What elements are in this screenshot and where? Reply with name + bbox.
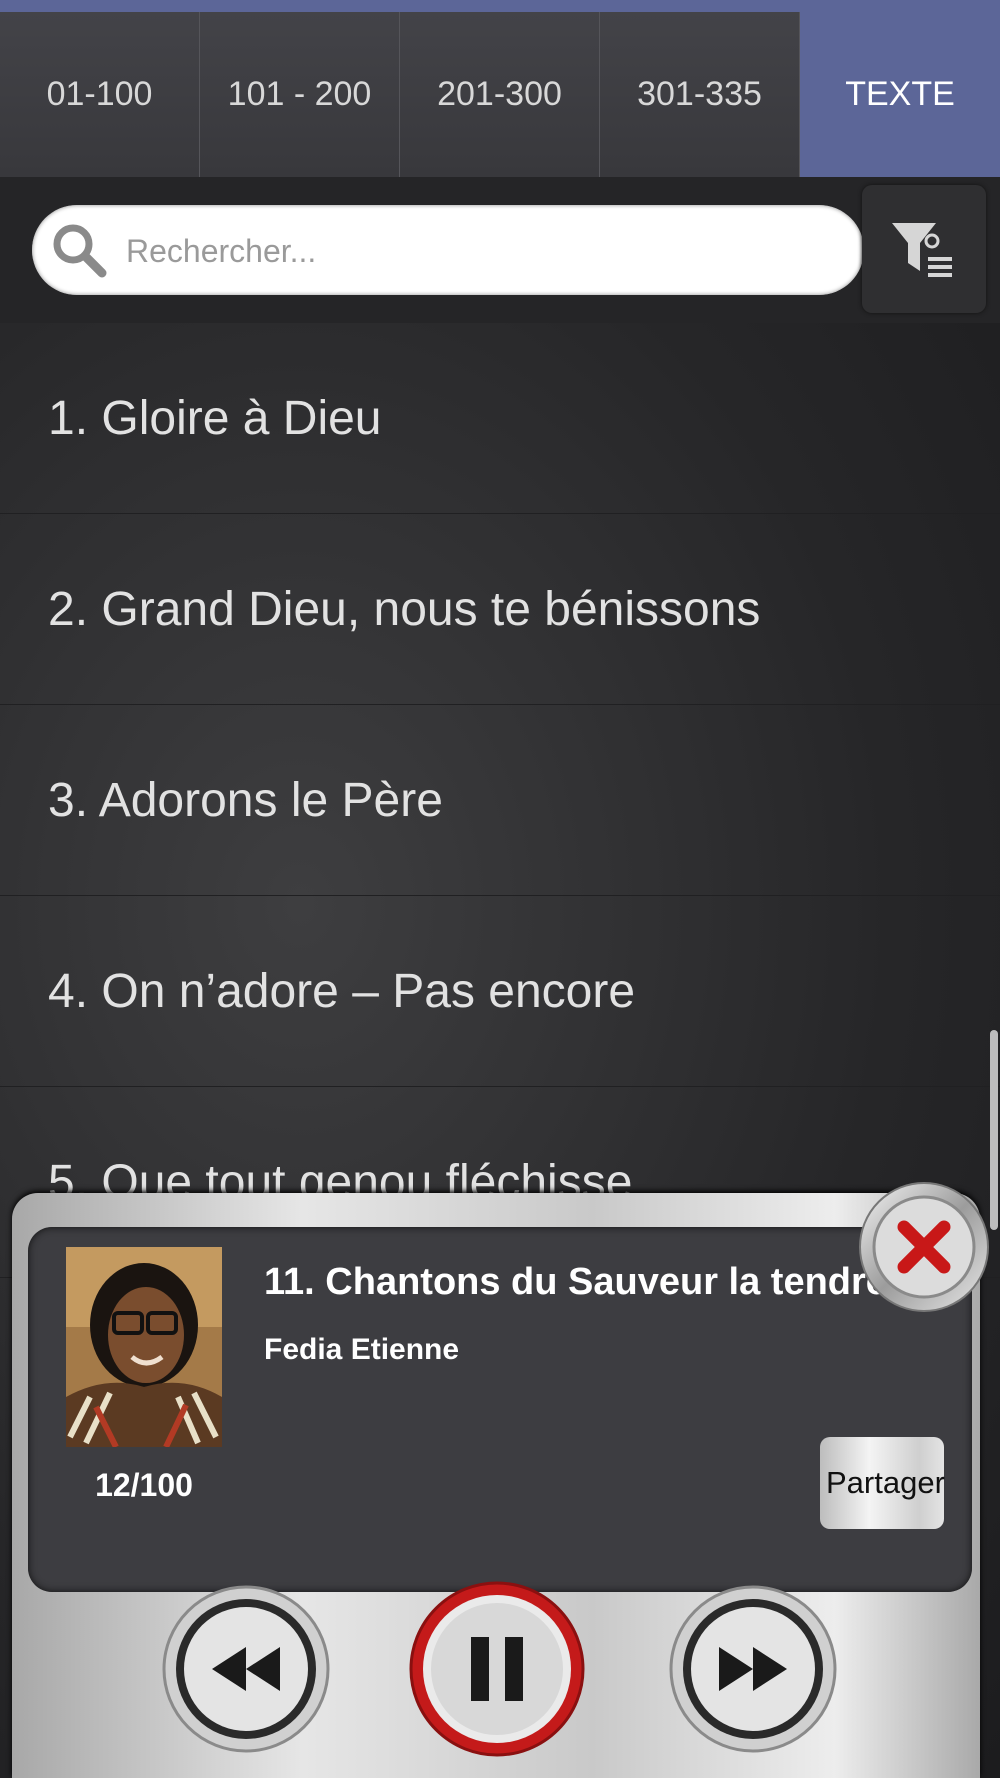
- search-box: [32, 205, 864, 295]
- list-item[interactable]: 4. On n’adore – Pas encore: [0, 896, 1000, 1087]
- tab-101-200[interactable]: 101 - 200: [200, 12, 400, 177]
- rewind-button[interactable]: [162, 1585, 330, 1753]
- track-counter: 12/100: [95, 1467, 193, 1503]
- share-button[interactable]: Partager: [820, 1437, 945, 1529]
- status-accent-line: [0, 0, 1000, 12]
- tab-01-100[interactable]: 01-100: [0, 12, 200, 177]
- now-playing-panel: 12/100 11. Chantons du Sauveur la tendre…: [28, 1227, 972, 1592]
- list-item[interactable]: 2. Grand Dieu, nous te bénissons: [0, 514, 1000, 705]
- fast-forward-button[interactable]: [669, 1585, 837, 1753]
- search-icon: [53, 224, 107, 278]
- tab-texte[interactable]: TEXTE: [800, 12, 1000, 177]
- close-button[interactable]: [856, 1179, 992, 1315]
- tab-301-335[interactable]: 301-335: [600, 12, 800, 177]
- tab-201-300[interactable]: 201-300: [400, 12, 600, 177]
- list-item[interactable]: 1. Gloire à Dieu: [0, 323, 1000, 514]
- pause-button[interactable]: [409, 1581, 585, 1757]
- search-bar: [0, 177, 1000, 323]
- filter-icon: [892, 223, 952, 277]
- list-item[interactable]: 3. Adorons le Père: [0, 705, 1000, 896]
- artist-name: Fedia Etienne: [264, 1333, 460, 1366]
- mini-player: 12/100 11. Chantons du Sauveur la tendre…: [12, 1182, 989, 1778]
- filter-button[interactable]: [862, 185, 986, 313]
- search-input[interactable]: [124, 223, 848, 279]
- avatar: [66, 1247, 222, 1447]
- range-tabs: 01-100 101 - 200 201-300 301-335 TEXTE: [0, 12, 1000, 177]
- song-title: 11. Chantons du Sauveur la tendresse: [264, 1261, 912, 1303]
